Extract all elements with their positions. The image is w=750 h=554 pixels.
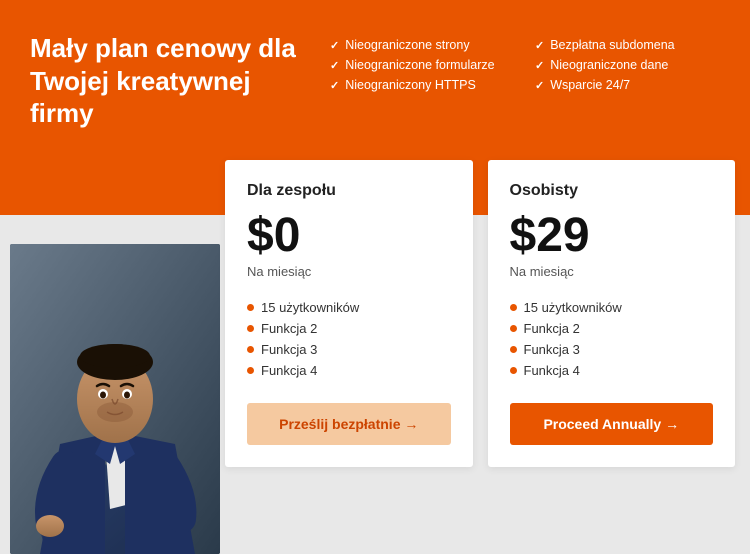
dot-icon [510, 367, 517, 374]
card-price-team: $0 [247, 212, 451, 260]
list-item: 15 użytkowników [247, 297, 451, 318]
list-item: Funkcja 3 [247, 339, 451, 360]
check-icon: ✓ [535, 59, 544, 72]
feature-item: ✓Nieograniczone formularze [330, 58, 515, 72]
check-icon: ✓ [330, 39, 339, 52]
card-title-team: Dla zespołu [247, 182, 451, 200]
card-price-personal: $29 [510, 212, 714, 260]
list-item: 15 użytkowników [510, 297, 714, 318]
feature-item: ✓Bezpłatna subdomena [535, 38, 720, 52]
dot-icon [510, 304, 517, 311]
dot-icon [510, 346, 517, 353]
page-title: Mały plan cenowy dla Twojej kreatywnej f… [30, 32, 310, 130]
dot-icon [247, 325, 254, 332]
dot-icon [247, 346, 254, 353]
card-period-personal: Na miesiąc [510, 264, 714, 279]
card-title-personal: Osobisty [510, 182, 714, 200]
pricing-card-personal: Osobisty $29 Na miesiąc 15 użytkowników … [488, 160, 736, 467]
bottom-section: Dla zespołu $0 Na miesiąc 15 użytkownikó… [0, 215, 750, 554]
feature-item: ✓Nieograniczone dane [535, 58, 720, 72]
person-placeholder [10, 244, 220, 554]
list-item: Funkcja 4 [247, 360, 451, 381]
list-item: Funkcja 2 [510, 318, 714, 339]
list-item: Funkcja 3 [510, 339, 714, 360]
check-icon: ✓ [535, 39, 544, 52]
feature-list-team: 15 użytkowników Funkcja 2 Funkcja 3 Funk… [247, 297, 451, 381]
feature-item: ✓Nieograniczony HTTPS [330, 78, 515, 92]
check-icon: ✓ [330, 79, 339, 92]
dot-icon [510, 325, 517, 332]
feature-item: ✓Nieograniczone strony [330, 38, 515, 52]
header-left: Mały plan cenowy dla Twojej kreatywnej f… [30, 32, 310, 130]
check-icon: ✓ [535, 79, 544, 92]
free-plan-button[interactable]: Prześlij bezpłatnie → [247, 403, 451, 445]
pricing-card-team: Dla zespołu $0 Na miesiąc 15 użytkownikó… [225, 160, 473, 467]
person-image [10, 244, 220, 554]
page-wrapper: Mały plan cenowy dla Twojej kreatywnej f… [0, 0, 750, 554]
pricing-cards: Dla zespołu $0 Na miesiąc 15 użytkownikó… [225, 160, 735, 467]
header-features: ✓Nieograniczone strony ✓Bezpłatna subdome… [310, 32, 720, 92]
list-item: Funkcja 4 [510, 360, 714, 381]
feature-list-personal: 15 użytkowników Funkcja 2 Funkcja 3 Funk… [510, 297, 714, 381]
card-period-team: Na miesiąc [247, 264, 451, 279]
dot-icon [247, 304, 254, 311]
dot-icon [247, 367, 254, 374]
proceed-annually-button[interactable]: Proceed Annually → [510, 403, 714, 445]
feature-item: ✓Wsparcie 24/7 [535, 78, 720, 92]
list-item: Funkcja 2 [247, 318, 451, 339]
check-icon: ✓ [330, 59, 339, 72]
